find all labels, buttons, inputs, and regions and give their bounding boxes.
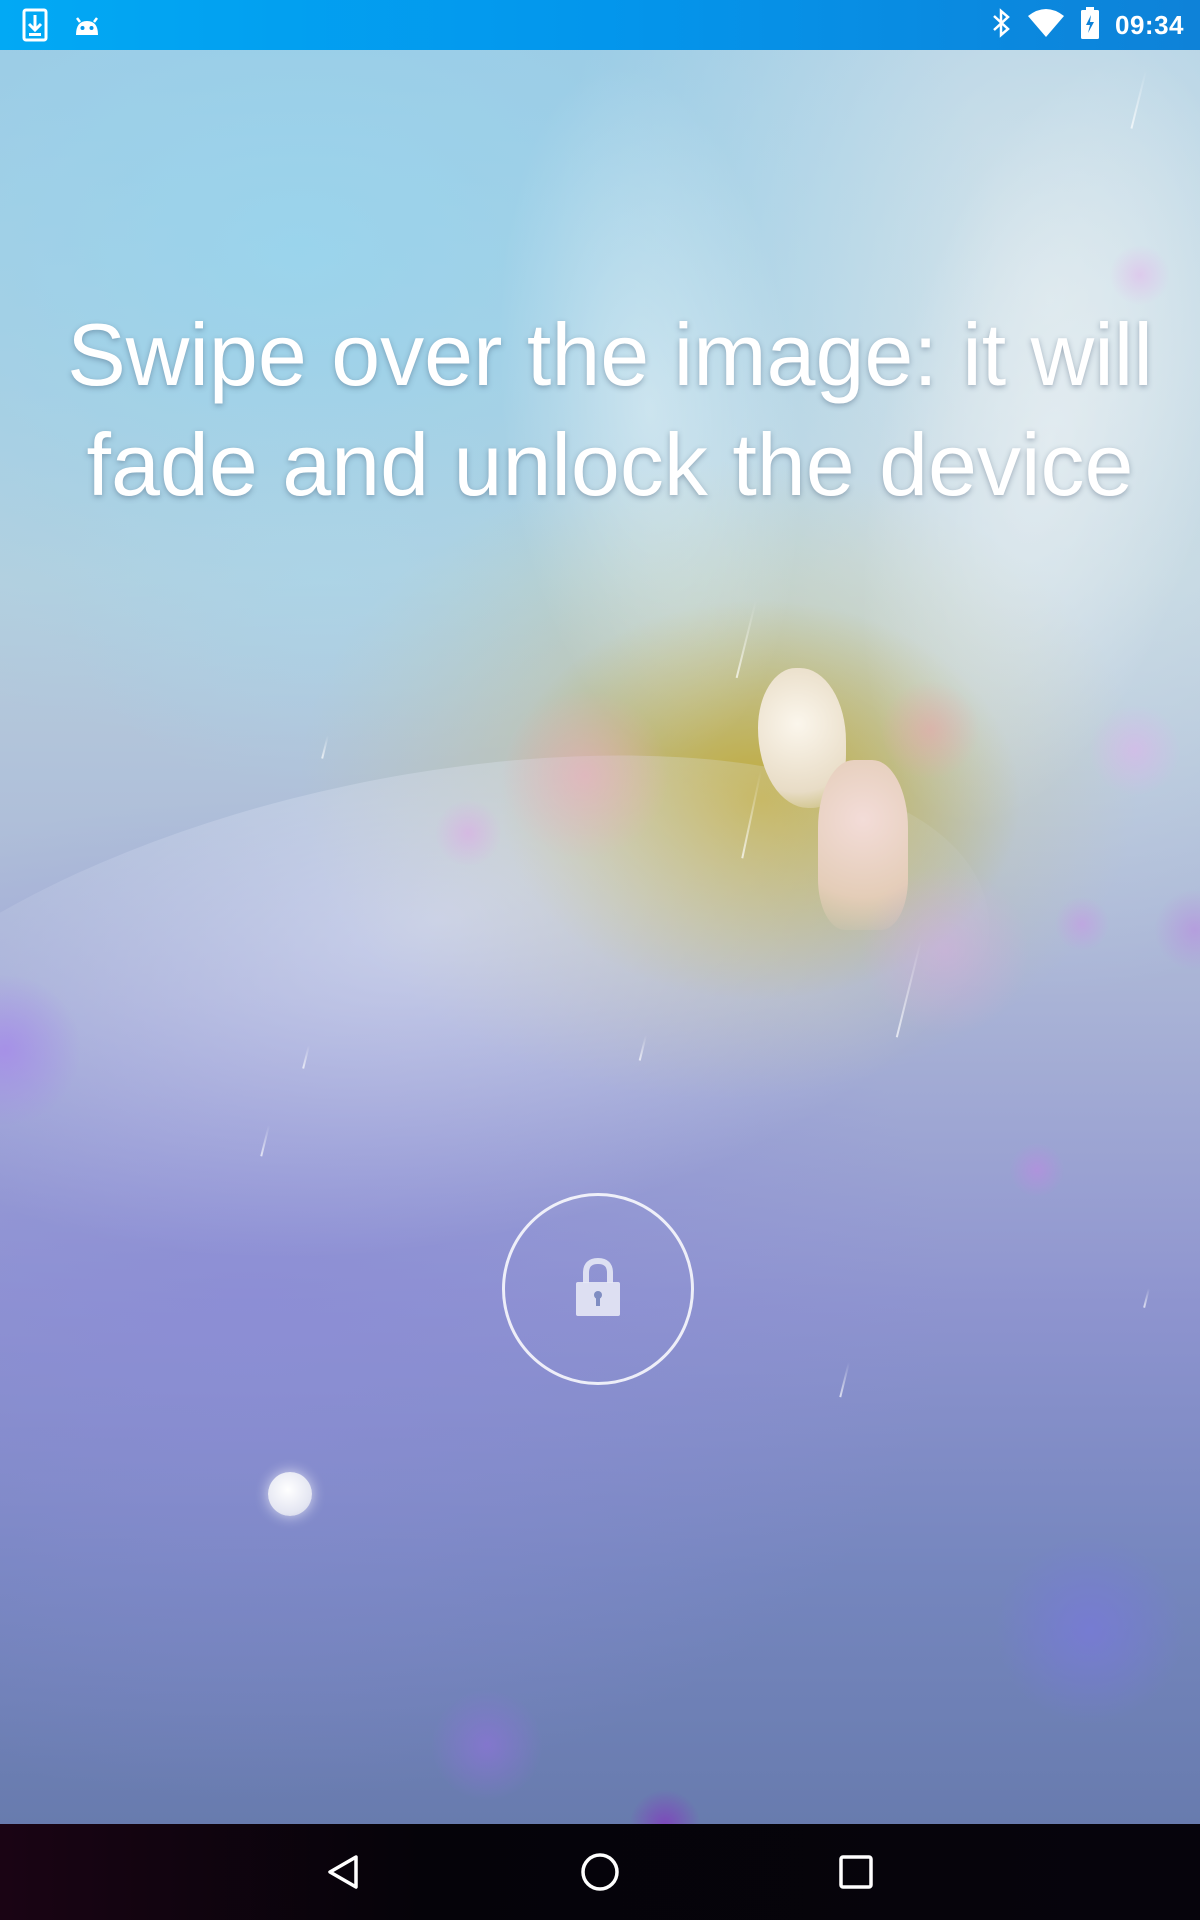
rain-streak xyxy=(735,600,757,679)
download-icon xyxy=(22,8,48,47)
bokeh-particle xyxy=(1010,1143,1064,1197)
bokeh-particle xyxy=(1055,897,1109,951)
bokeh-particle xyxy=(995,1535,1185,1725)
unlock-button[interactable] xyxy=(502,1193,694,1385)
back-icon[interactable] xyxy=(313,1842,373,1902)
rain-streak xyxy=(741,770,762,859)
rain-streak xyxy=(321,735,329,759)
bokeh-particle xyxy=(435,800,501,866)
bokeh-particle xyxy=(1155,890,1200,970)
bluetooth-icon xyxy=(991,7,1013,44)
rain-streak xyxy=(895,940,922,1038)
rain-streak xyxy=(1130,70,1147,129)
lock-screen[interactable]: 09:34 Swipe over the image: it will fade… xyxy=(0,0,1200,1920)
touch-indicator[interactable] xyxy=(268,1472,312,1516)
status-bar: 09:34 xyxy=(0,0,1200,50)
bokeh-particle xyxy=(880,680,980,780)
home-icon[interactable] xyxy=(570,1842,630,1902)
bokeh-particle xyxy=(0,975,80,1125)
rain-streak xyxy=(1143,1288,1150,1308)
recents-icon[interactable] xyxy=(826,1842,886,1902)
rain-streak xyxy=(638,1035,647,1061)
battery-icon xyxy=(1079,6,1101,45)
unlock-instruction: Swipe over the image: it will fade and u… xyxy=(67,305,1153,514)
rain-streak xyxy=(260,1125,270,1157)
wifi-icon xyxy=(1027,8,1065,43)
rain-streak xyxy=(839,1362,850,1398)
bokeh-particle xyxy=(432,1690,542,1800)
padlock-icon xyxy=(575,1256,621,1323)
flower-pistil xyxy=(818,760,908,930)
android-icon xyxy=(72,10,102,45)
clock-time: 09:34 xyxy=(1115,9,1184,40)
navigation-bar xyxy=(0,1824,1200,1920)
rain-streak xyxy=(302,1045,310,1069)
bokeh-particle xyxy=(1110,245,1170,305)
bokeh-particle xyxy=(500,690,670,860)
bokeh-particle xyxy=(1090,705,1180,795)
